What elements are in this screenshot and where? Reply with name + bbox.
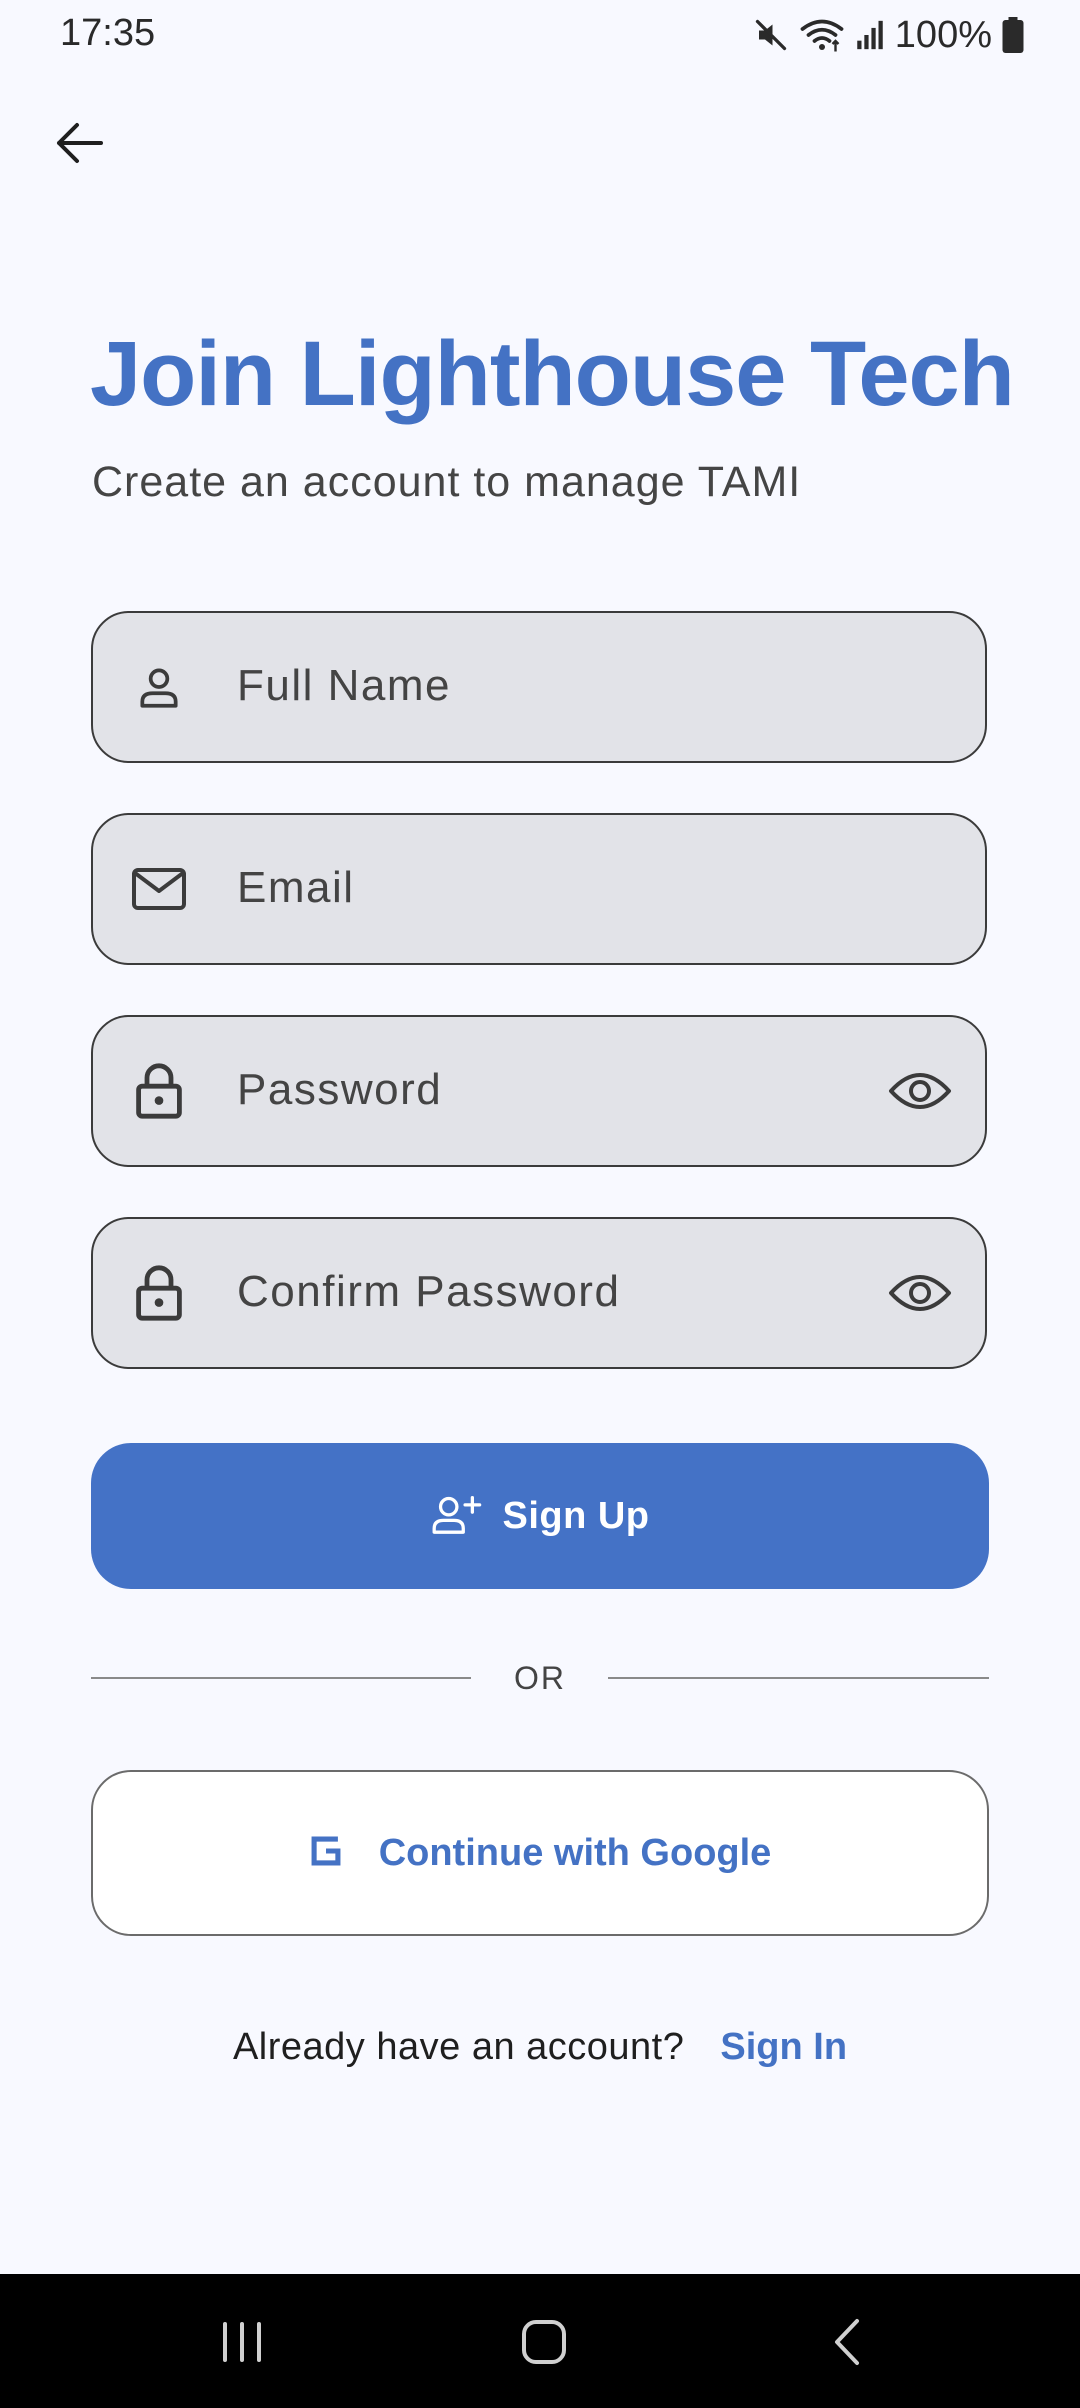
battery-icon [1002,17,1024,53]
password-field[interactable]: Password [91,1015,987,1167]
recent-apps-icon [219,2320,265,2369]
sign-up-button[interactable]: Sign Up [91,1443,989,1589]
battery-level: 100% [894,13,992,56]
google-button-label: Continue with Google [378,1831,772,1874]
confirm-password-field[interactable]: Confirm Password [91,1217,987,1369]
person-add-icon [430,1494,482,1539]
full-name-field[interactable]: Full Name [91,611,987,763]
sign-up-label: Sign Up [502,1494,650,1537]
password-placeholder: Password [237,1065,443,1114]
eye-icon[interactable] [887,1063,953,1119]
status-bar: 17:35 100% [0,0,1080,70]
email-field[interactable]: Email [91,813,987,965]
home-icon [520,2318,568,2371]
confirm-password-placeholder: Confirm Password [237,1267,621,1316]
home-button[interactable] [504,2304,584,2384]
chevron-left-icon [829,2317,863,2372]
status-icons: 100% [753,10,1024,60]
divider-line-right [608,1677,989,1679]
signal-icon [855,18,885,52]
lock-icon [131,1265,187,1321]
email-placeholder: Email [237,863,355,912]
back-button[interactable] [50,115,110,175]
google-g-icon [309,1834,343,1873]
arrow-left-icon [55,121,105,170]
page-title: Join Lighthouse Tech [90,323,1015,425]
mute-icon [753,17,789,53]
page-subtitle: Create an account to manage TAMI [92,458,802,506]
continue-with-google-button[interactable]: Continue with Google [91,1770,989,1936]
sign-in-link[interactable]: Sign In [720,2026,847,2069]
system-back-button[interactable] [806,2304,886,2384]
sign-in-row: Already have an account? Sign In [0,2026,1080,2069]
sign-in-prompt: Already have an account? [232,2026,685,2068]
system-nav-bar [0,2274,1080,2408]
status-time: 17:35 [60,12,156,54]
recent-apps-button[interactable] [202,2304,282,2384]
mail-icon [131,861,187,917]
wifi-icon [799,17,845,53]
full-name-placeholder: Full Name [237,661,451,710]
eye-icon[interactable] [887,1265,953,1321]
person-icon [131,659,187,715]
lock-icon [131,1063,187,1119]
